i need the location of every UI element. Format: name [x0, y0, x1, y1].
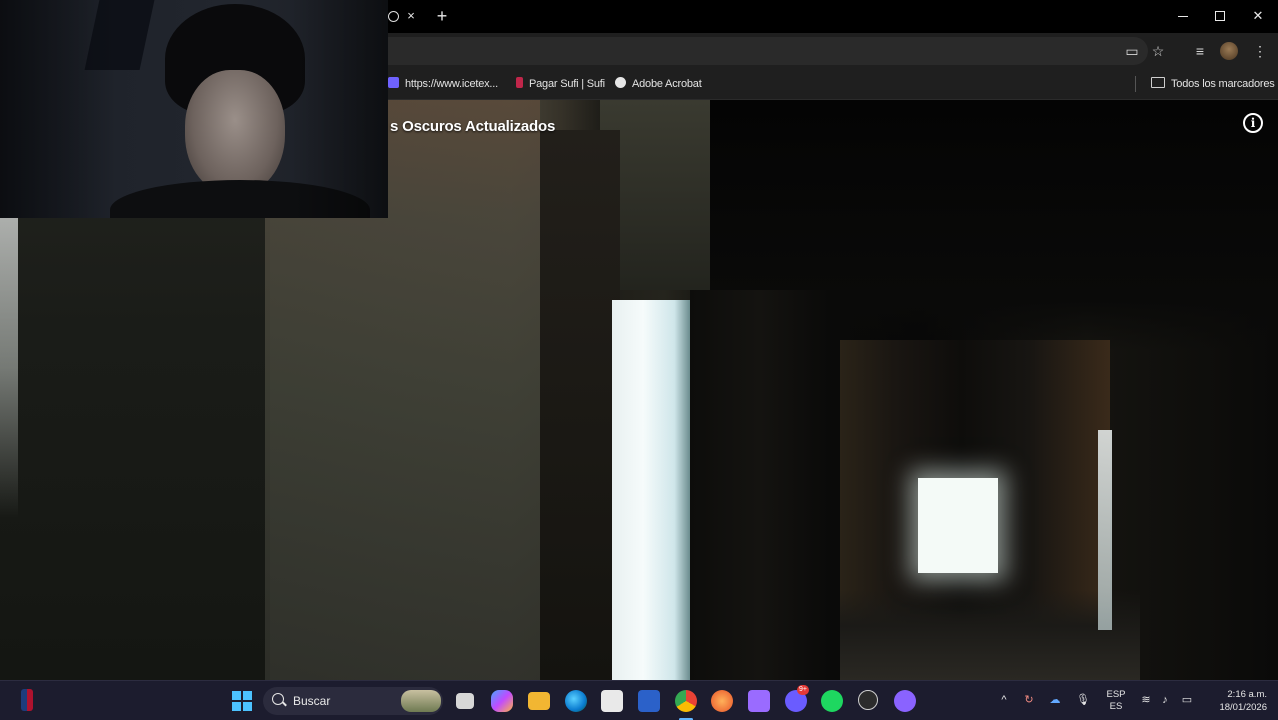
- windows-start-icon[interactable]: [231, 690, 253, 712]
- all-bookmarks-button[interactable]: Todos los marcadores: [1151, 76, 1275, 92]
- taskbar-search[interactable]: Buscar: [263, 687, 443, 715]
- language-top: ESP: [1106, 689, 1126, 700]
- menu-icon[interactable]: ⋮: [1250, 41, 1270, 61]
- maximize-button[interactable]: [1207, 4, 1233, 28]
- bookmark-icetex[interactable]: https://www.icetex...: [388, 76, 498, 92]
- cast-icon[interactable]: ▭: [1122, 41, 1142, 61]
- copilot-icon[interactable]: [491, 690, 513, 712]
- clock[interactable]: 2:16 a.m. 18/01/2026: [1205, 681, 1267, 720]
- new-tab-button[interactable]: +: [432, 6, 452, 26]
- info-icon[interactable]: i: [1243, 113, 1263, 133]
- bookmark-adobe-acrobat[interactable]: Adobe Acrobat: [615, 76, 702, 92]
- discord-icon[interactable]: 9+: [785, 685, 809, 712]
- video-doorway-light: [612, 300, 690, 680]
- app-icon[interactable]: [858, 690, 878, 710]
- app-icon[interactable]: [711, 690, 733, 712]
- language-indicator[interactable]: ESP ES: [1104, 681, 1128, 720]
- search-icon: [272, 693, 284, 705]
- video-pillar-dark: [540, 130, 620, 680]
- extensions-icon[interactable]: ≡: [1190, 41, 1210, 61]
- globe-icon: [615, 77, 626, 88]
- star-icon[interactable]: ☆: [1148, 41, 1168, 61]
- task-view-icon[interactable]: [456, 693, 474, 709]
- screen: s Oscuros Actualizados i × + ✕ ▭ ☆ ≡ ⋮ h…: [0, 0, 1278, 720]
- video-floor: [840, 590, 1140, 680]
- minimize-button[interactable]: [1170, 4, 1196, 28]
- nba-icon[interactable]: [21, 689, 33, 711]
- icetex-icon: [388, 77, 399, 88]
- video-pillar: [690, 290, 830, 680]
- video-corridor-exit: [918, 478, 998, 573]
- wifi-icon[interactable]: ≋: [1139, 693, 1153, 707]
- sync-icon[interactable]: ↻: [1022, 693, 1036, 707]
- bookmark-label: https://www.icetex...: [405, 78, 499, 90]
- messenger-icon[interactable]: [894, 690, 916, 712]
- video-title[interactable]: s Oscuros Actualizados: [390, 118, 555, 135]
- webcam-vignette: [0, 0, 388, 218]
- bookmarks-divider: [1135, 76, 1136, 92]
- profile-icon[interactable]: [1220, 42, 1238, 60]
- discord-badge: 9+: [797, 685, 809, 695]
- chrome-icon[interactable]: [675, 690, 697, 712]
- spotify-icon[interactable]: [821, 690, 843, 712]
- date-label: 18/01/2026: [1219, 702, 1267, 713]
- store-icon[interactable]: [601, 690, 623, 712]
- close-tab-icon[interactable]: ×: [402, 7, 420, 25]
- all-bookmarks-label: Todos los marcadores: [1171, 78, 1275, 90]
- word-icon[interactable]: [638, 690, 660, 712]
- bookmark-label: Adobe Acrobat: [632, 78, 702, 90]
- webcam-overlay: [0, 0, 388, 218]
- volume-icon[interactable]: ♪: [1158, 693, 1172, 707]
- video-light-left: [0, 218, 18, 518]
- language-bottom: ES: [1109, 701, 1123, 712]
- bookmark-icon: [516, 77, 523, 88]
- search-highlight-image: [401, 690, 441, 712]
- edge-icon[interactable]: [565, 690, 587, 712]
- address-bar[interactable]: [388, 37, 1148, 65]
- file-explorer-icon[interactable]: [528, 692, 550, 710]
- search-label: Buscar: [293, 694, 331, 708]
- close-window-button[interactable]: ✕: [1245, 4, 1271, 28]
- bookmark-label: Pagar Sufi | Sufi: [529, 78, 605, 90]
- microphone-icon[interactable]: 🎙: [1076, 693, 1090, 707]
- taskbar: Buscar 9+ ^ ↻ ☁ 🎙 ESP ES ≋ ♪ ▭ 2:16 a.m.: [0, 680, 1278, 720]
- chevron-up-icon[interactable]: ^: [997, 693, 1011, 707]
- cloud-icon[interactable]: ☁: [1048, 693, 1062, 707]
- video-light-right: [1098, 430, 1112, 630]
- battery-icon[interactable]: ▭: [1180, 693, 1194, 707]
- game-icon[interactable]: [748, 690, 770, 712]
- folder-icon: [1151, 77, 1165, 88]
- tab-favicon-icon: [388, 11, 399, 22]
- bookmark-sufi[interactable]: Pagar Sufi | Sufi: [516, 76, 605, 92]
- time-label: 2:16 a.m.: [1227, 689, 1267, 700]
